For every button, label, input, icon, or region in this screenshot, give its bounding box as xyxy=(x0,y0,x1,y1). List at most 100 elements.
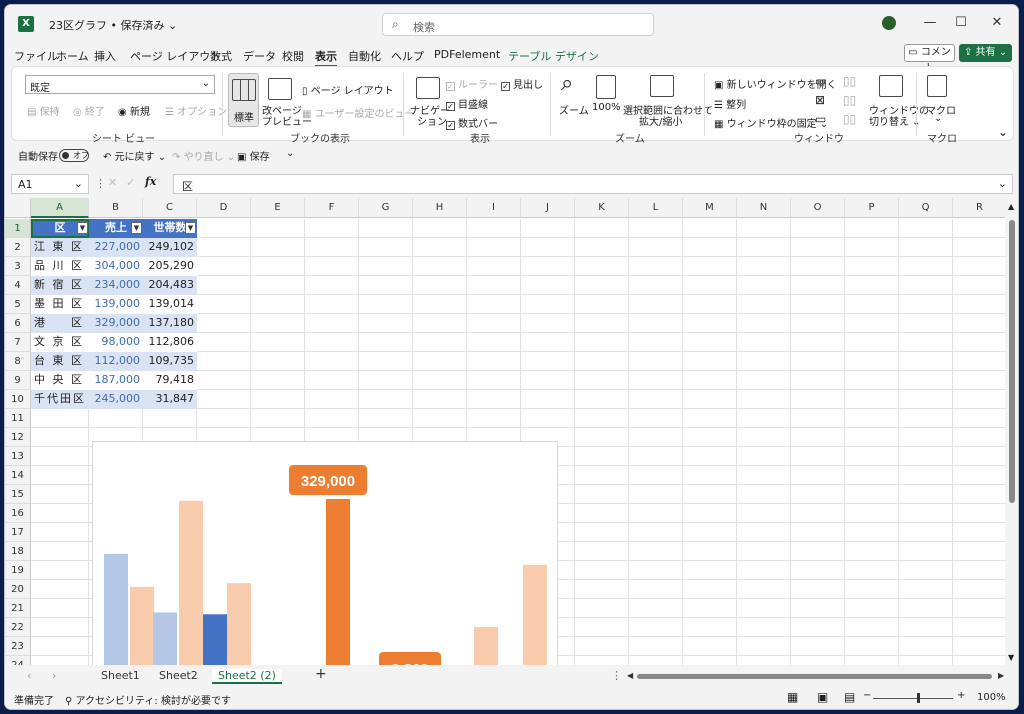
ruler-checkbox[interactable]: ✓ ルーラー xyxy=(446,76,498,91)
cancel-icon[interactable]: ✕ xyxy=(108,176,117,189)
sheet-tab-3[interactable]: Sheet2 (2) xyxy=(212,669,282,684)
table-cell[interactable]: 墨 田 区 xyxy=(31,295,89,314)
avatar[interactable] xyxy=(882,16,896,30)
tab-pdfelement[interactable]: PDFelement xyxy=(434,48,500,61)
chart-bar[interactable] xyxy=(474,627,498,665)
reset-position-icon[interactable]: ▯▯ xyxy=(843,112,856,126)
table-cell[interactable]: 品 川 区 xyxy=(31,257,89,276)
page-break-icon[interactable]: ▤ xyxy=(844,690,855,704)
search-box[interactable]: ⌕ 検索 xyxy=(382,13,654,36)
table-cell[interactable]: 112,000 xyxy=(89,352,143,371)
tab-data[interactable]: データ xyxy=(243,48,276,64)
table-cell[interactable]: 港 区 xyxy=(31,314,89,333)
zoom-out-icon[interactable]: − xyxy=(863,690,871,701)
page-layout-icon[interactable]: ▣ xyxy=(817,690,828,704)
enter-icon[interactable]: ✓ xyxy=(126,176,135,189)
chart-bar[interactable] xyxy=(104,553,128,665)
chart-bar[interactable] xyxy=(130,586,154,665)
tab-page-layout[interactable]: ページ レイアウト xyxy=(130,48,221,64)
table-cell[interactable]: 江 東 区 xyxy=(31,238,89,257)
table-cell[interactable]: 329,000 xyxy=(89,314,143,333)
table-cell[interactable]: 中 央 区 xyxy=(31,371,89,390)
formula-bar-checkbox[interactable]: ✓ 数式バー xyxy=(446,115,498,130)
minimize-button[interactable]: — xyxy=(915,13,945,33)
table-cell[interactable]: 304,000 xyxy=(89,257,143,276)
tab-review[interactable]: 校閲 xyxy=(282,48,304,64)
table-cell[interactable]: 千代田区 xyxy=(31,390,89,409)
vertical-scrollbar[interactable]: ▲ ▼ xyxy=(1005,198,1018,665)
table-cell[interactable]: 234,000 xyxy=(89,276,143,295)
sync-scroll-icon[interactable]: ▯▯ xyxy=(843,93,856,107)
tab-formulas[interactable]: 数式 xyxy=(210,48,232,64)
tab-home[interactable]: ホーム xyxy=(56,48,89,64)
table-cell[interactable]: 98,000 xyxy=(89,333,143,352)
filter-dropdown-icon[interactable]: ▼ xyxy=(77,222,88,234)
chart[interactable]: 329,0009,800 xyxy=(92,441,558,665)
page-layout-button[interactable]: ▯ ページ レイアウト xyxy=(302,82,394,97)
table-cell[interactable]: 139,000 xyxy=(89,295,143,314)
share-button[interactable]: ⇪ 共有 ⌄ xyxy=(959,44,1012,62)
chart-bar[interactable] xyxy=(523,564,547,665)
exit-button[interactable]: ◎ 終了 xyxy=(73,103,105,118)
sheet-view-select[interactable]: 既定 ⌄ xyxy=(25,75,215,94)
normal-view-button[interactable]: 標準 xyxy=(228,73,259,127)
collapse-ribbon-icon[interactable]: ⌄ xyxy=(998,125,1008,139)
arrange-button[interactable]: ☰ 整列 xyxy=(714,96,746,111)
table-header-cell[interactable]: 区 ▼ xyxy=(31,219,89,238)
options-button[interactable]: ☰ オプション xyxy=(165,103,227,118)
table-cell[interactable]: 31,847 xyxy=(143,390,197,409)
scroll-left-icon[interactable]: ◀ xyxy=(627,671,633,680)
maximize-button[interactable]: ☐ xyxy=(946,13,976,33)
close-button[interactable]: ✕ xyxy=(982,13,1012,33)
table-cell[interactable]: 205,290 xyxy=(143,257,197,276)
scroll-down-icon[interactable]: ▼ xyxy=(1008,653,1014,662)
hide-icon[interactable]: ⊠ xyxy=(815,93,825,107)
more-sheets-icon[interactable]: ⋮ xyxy=(611,669,622,682)
keep-button[interactable]: ▤ 保持 xyxy=(27,103,60,118)
chart-bar[interactable] xyxy=(203,614,227,665)
side-by-side-icon[interactable]: ▯▯ xyxy=(843,74,856,88)
comment-button[interactable]: ▭ コメント xyxy=(904,44,955,74)
document-title[interactable]: 23区グラフ • 保存済み ⌄ xyxy=(49,17,177,33)
new-view-button[interactable]: ◉ 新規 xyxy=(118,103,150,118)
zoom-slider[interactable] xyxy=(873,698,953,699)
table-cell[interactable]: 109,735 xyxy=(143,352,197,371)
save-button[interactable]: ▣ 保存 xyxy=(237,148,270,163)
table-cell[interactable]: 245,000 xyxy=(89,390,143,409)
spreadsheet-grid[interactable]: ABCDEFGHIJKLMNOPQR 1 2 3 4 5 6 7 8 9 10 11 12 13 14 15… xyxy=(5,198,1005,665)
normal-view-icon[interactable]: ▦ xyxy=(787,690,798,704)
table-cell[interactable]: 文 京 区 xyxy=(31,333,89,352)
chart-bar[interactable] xyxy=(326,499,350,665)
tab-table-design[interactable]: テーブル デザイン xyxy=(508,48,599,64)
table-cell[interactable]: 249,102 xyxy=(143,238,197,257)
tab-help[interactable]: ヘルプ xyxy=(391,48,424,64)
next-sheet-icon[interactable]: › xyxy=(52,669,56,682)
prev-sheet-icon[interactable]: ‹ xyxy=(27,669,31,682)
table-cell[interactable]: 187,000 xyxy=(89,371,143,390)
split-icon[interactable]: ▭ xyxy=(815,74,826,88)
table-header-cell[interactable]: 世帯数 ▼ xyxy=(143,219,197,238)
horizontal-scroll-thumb[interactable] xyxy=(637,674,992,679)
vertical-scroll-thumb[interactable] xyxy=(1009,220,1015,503)
insert-function-button[interactable]: fx xyxy=(145,175,156,188)
filter-dropdown-icon[interactable]: ▼ xyxy=(185,222,196,234)
filter-dropdown-icon[interactable]: ▼ xyxy=(131,222,142,234)
customize-qat-icon[interactable]: ⌄ xyxy=(286,148,294,159)
tab-insert[interactable]: 挿入 xyxy=(94,48,116,64)
chart-bar[interactable] xyxy=(179,500,203,665)
table-cell[interactable]: 139,014 xyxy=(143,295,197,314)
zoom-in-icon[interactable]: + xyxy=(957,690,965,701)
formula-input[interactable]: 区 ⌄ xyxy=(173,174,1013,194)
tab-automate[interactable]: 自動化 xyxy=(348,48,381,64)
accessibility-status[interactable]: ⚲ アクセシビリティ: 検討が必要です xyxy=(65,692,231,707)
redo-button[interactable]: ↷ やり直し ⌄ xyxy=(172,148,235,163)
scroll-up-icon[interactable]: ▲ xyxy=(1008,202,1014,211)
sheet-tab-2[interactable]: Sheet2 xyxy=(159,669,198,682)
scroll-right-icon[interactable]: ▶ xyxy=(998,671,1004,680)
add-sheet-button[interactable]: + xyxy=(315,666,327,682)
autosave-toggle[interactable]: オフ xyxy=(59,147,89,162)
table-cell[interactable]: 112,806 xyxy=(143,333,197,352)
table-cell[interactable]: 137,180 xyxy=(143,314,197,333)
chart-bar[interactable] xyxy=(227,583,251,665)
zoom-level[interactable]: 100% xyxy=(977,692,1006,703)
